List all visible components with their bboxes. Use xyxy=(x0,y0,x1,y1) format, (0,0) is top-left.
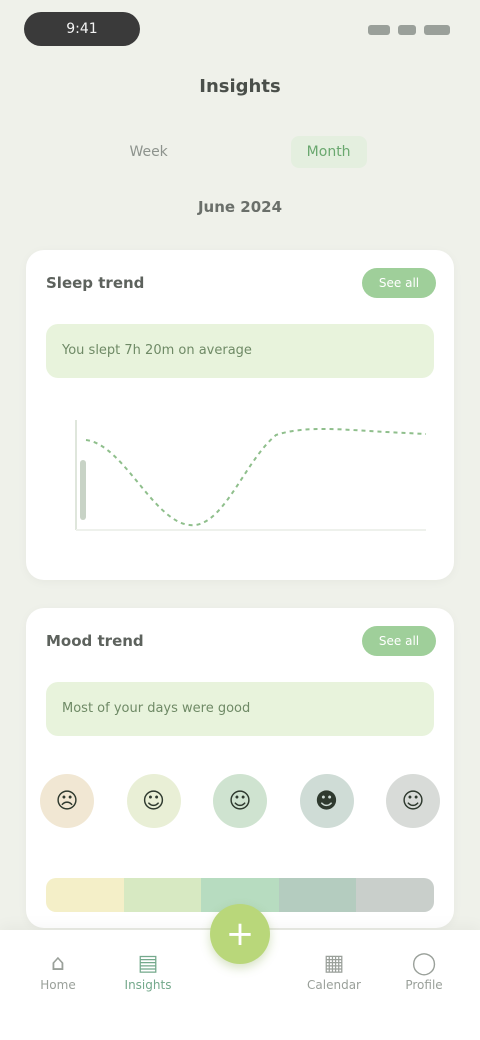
mood-insight: Most of your days were good xyxy=(46,682,434,736)
nav-calendar-label: Calendar xyxy=(307,978,361,992)
nav-home[interactable]: ⌂ Home xyxy=(28,950,88,992)
neutral-face-icon[interactable]: ☺ xyxy=(126,774,181,828)
battery-icon xyxy=(424,25,450,35)
mood-card-title: Mood trend xyxy=(46,632,144,650)
mood-faces: ☹ ☺ ☺ ☻ ☺ xyxy=(40,774,440,844)
chart-marker xyxy=(80,460,86,520)
wifi-icon xyxy=(398,25,416,35)
calm-face-icon[interactable]: ☺ xyxy=(386,774,440,828)
page-title: Insights xyxy=(199,76,281,97)
sleep-insight: You slept 7h 20m on average xyxy=(46,324,434,378)
bottom-nav: ⌂ Home ▤ Insights + ▦ Calendar ◯ Profile xyxy=(0,904,480,1040)
nav-home-label: Home xyxy=(40,978,76,992)
calendar-icon: ▦ xyxy=(323,951,345,976)
mood-scale-segment xyxy=(278,878,357,912)
nav-profile[interactable]: ◯ Profile xyxy=(394,950,454,992)
sleep-card: Sleep trend See all You slept 7h 20m on … xyxy=(26,250,454,580)
add-entry-button[interactable]: + xyxy=(210,904,270,964)
sleep-chart xyxy=(75,420,427,531)
signal-icon xyxy=(368,25,390,35)
mood-see-all-button[interactable]: See all xyxy=(362,626,436,656)
app-screen: 9:41 Insights Week Month June 2024 Sleep… xyxy=(0,0,480,1040)
nav-insights-label: Insights xyxy=(124,978,172,992)
status-bar: 9:41 xyxy=(0,0,480,60)
smile-face-icon[interactable]: ☺ xyxy=(213,774,267,828)
mood-scale-segment xyxy=(356,878,434,912)
mood-scale-segment xyxy=(123,878,202,912)
sleep-line xyxy=(85,427,427,527)
happy-face-icon[interactable]: ☻ xyxy=(299,774,354,828)
sleep-card-title: Sleep trend xyxy=(46,274,145,292)
nav-calendar[interactable]: ▦ Calendar xyxy=(304,950,364,992)
sleep-see-all-button[interactable]: See all xyxy=(362,268,436,298)
mood-scale-segment xyxy=(46,878,124,912)
nav-profile-label: Profile xyxy=(405,978,443,992)
chart-icon: ▤ xyxy=(137,951,159,976)
home-icon: ⌂ xyxy=(51,951,65,976)
profile-icon: ◯ xyxy=(411,951,437,976)
status-icons xyxy=(368,20,450,40)
tab-week[interactable]: Week xyxy=(113,136,183,168)
mood-card: Mood trend See all Most of your days wer… xyxy=(26,608,454,928)
tab-month[interactable]: Month xyxy=(290,136,367,168)
nav-insights[interactable]: ▤ Insights xyxy=(118,950,178,992)
status-time: 9:41 xyxy=(24,12,140,46)
period-tabs: Week Month xyxy=(60,128,420,176)
sad-face-icon[interactable]: ☹ xyxy=(40,774,94,828)
date-range[interactable]: June 2024 xyxy=(0,198,480,216)
